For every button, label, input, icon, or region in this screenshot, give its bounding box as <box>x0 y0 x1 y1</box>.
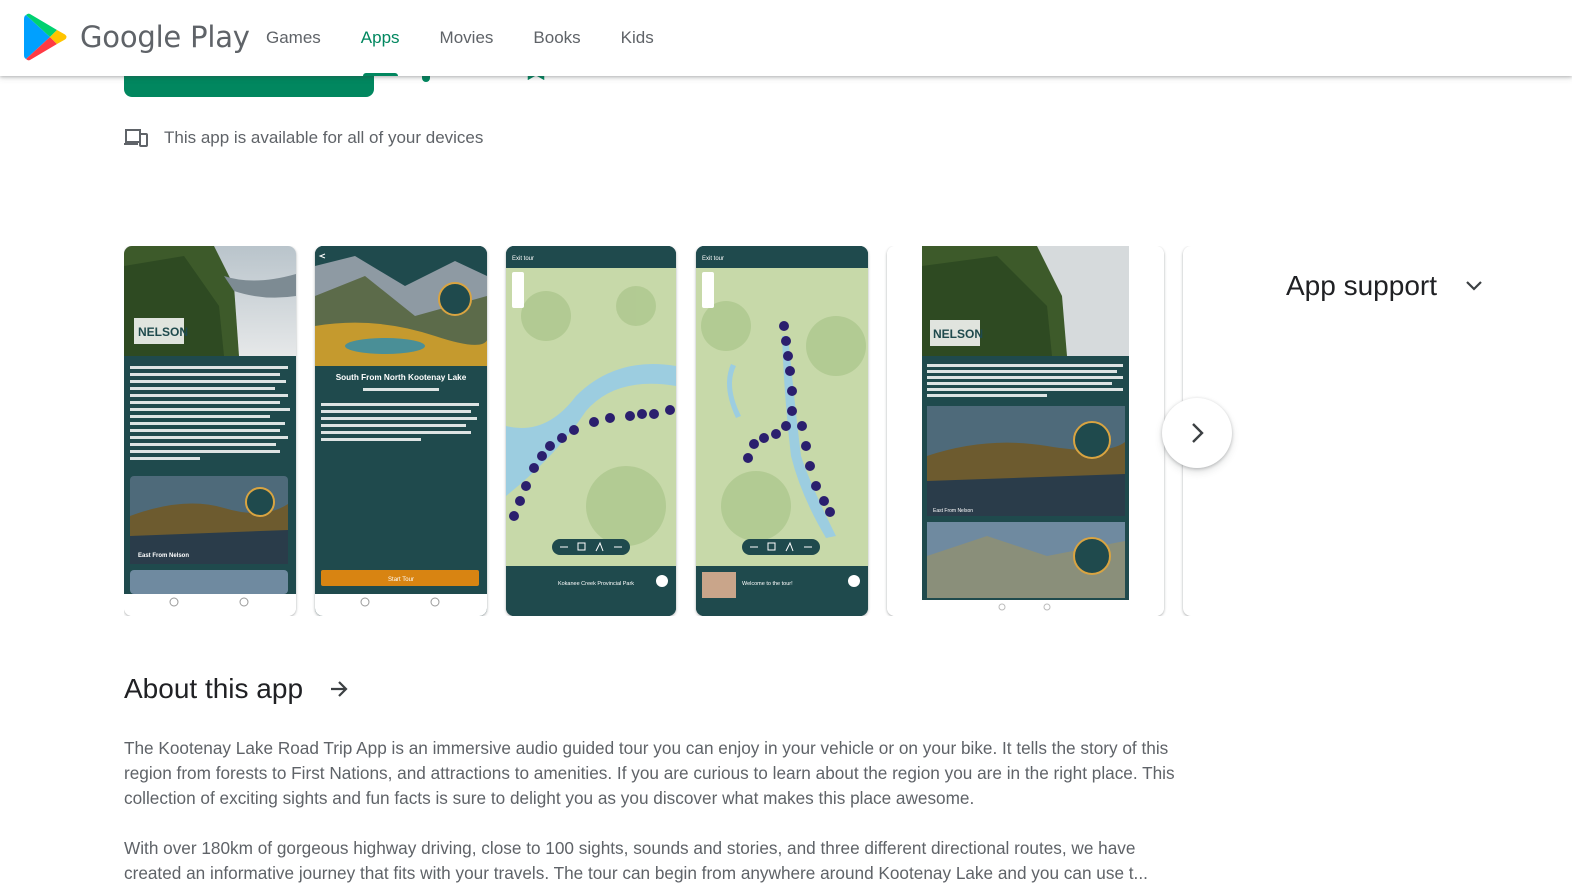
svg-text:East From Nelson: East From Nelson <box>933 508 973 514</box>
google-play-logo[interactable]: Google Play <box>24 13 250 61</box>
next-screenshot-button[interactable] <box>1162 398 1232 468</box>
chevron-right-icon <box>1192 423 1204 443</box>
svg-text:Exit tour: Exit tour <box>702 256 724 262</box>
about-paragraph-2: With over 180km of gorgeous highway driv… <box>124 836 1194 886</box>
svg-text:Exit tour: Exit tour <box>512 256 534 262</box>
nav-apps[interactable]: Apps <box>341 0 420 76</box>
devices-text: This app is available for all of your de… <box>164 128 484 147</box>
about-paragraph-1: The Kootenay Lake Road Trip App is an im… <box>124 738 1175 808</box>
nav-books[interactable]: Books <box>513 0 600 76</box>
top-nav: Games Apps Movies Books Kids <box>246 0 674 76</box>
devices-note: This app is available for all of your de… <box>124 128 483 148</box>
brand-name: Google Play <box>80 20 250 54</box>
about-paragraph-2-line-1: With over 180km of gorgeous highway driv… <box>124 838 1136 858</box>
svg-text:Welcome to the tour!: Welcome to the tour! <box>742 581 793 587</box>
about-paragraph-2-line-2: created an informative journey that fits… <box>124 863 1148 883</box>
svg-text:Start Tour: Start Tour <box>388 577 414 583</box>
devices-icon <box>124 129 148 147</box>
screenshot-3-image: Exit tour Kokanee Creek Provincial Park <box>506 246 676 616</box>
app-support-label: App support <box>1286 270 1437 301</box>
app-support-toggle[interactable]: App support <box>1286 270 1483 302</box>
play-logo-icon <box>24 13 67 61</box>
screenshot-5-image: NELSON East From Nelson <box>887 246 1164 616</box>
screenshot-2[interactable]: South From North Kootenay Lake Start Tou… <box>315 246 487 616</box>
arrow-right-icon[interactable] <box>329 680 349 698</box>
screenshot-carousel: NELSON East From Nelson South From North… <box>124 246 1198 616</box>
nav-games[interactable]: Games <box>246 0 341 76</box>
about-title: About this app <box>124 673 304 704</box>
svg-text:NELSON: NELSON <box>138 325 188 339</box>
svg-text:NELSON: NELSON <box>933 327 983 341</box>
screenshot-5[interactable]: NELSON East From Nelson <box>887 246 1164 616</box>
screenshot-4[interactable]: Exit tour Welcome to the tour! <box>696 246 868 616</box>
nav-movies[interactable]: Movies <box>420 0 514 76</box>
about-section-header: About this app <box>124 673 349 705</box>
screenshot-4-image: Exit tour Welcome to the tour! <box>696 246 868 616</box>
screenshot-1[interactable]: NELSON East From Nelson <box>124 246 296 616</box>
svg-text:East From Nelson: East From Nelson <box>138 553 189 559</box>
chevron-down-icon <box>1466 281 1482 291</box>
screenshot-3[interactable]: Exit tour Kokanee Creek Provincial Park <box>506 246 676 616</box>
screenshot-2-image: South From North Kootenay Lake Start Tou… <box>315 246 487 616</box>
nav-kids[interactable]: Kids <box>601 0 674 76</box>
svg-text:Kokanee Creek Provincial Park: Kokanee Creek Provincial Park <box>558 581 634 587</box>
shot2-title: South From North Kootenay Lake <box>336 373 467 382</box>
screenshot-1-image: NELSON East From Nelson <box>124 246 296 616</box>
top-bar: Google Play Games Apps Movies Books Kids <box>0 0 1572 76</box>
